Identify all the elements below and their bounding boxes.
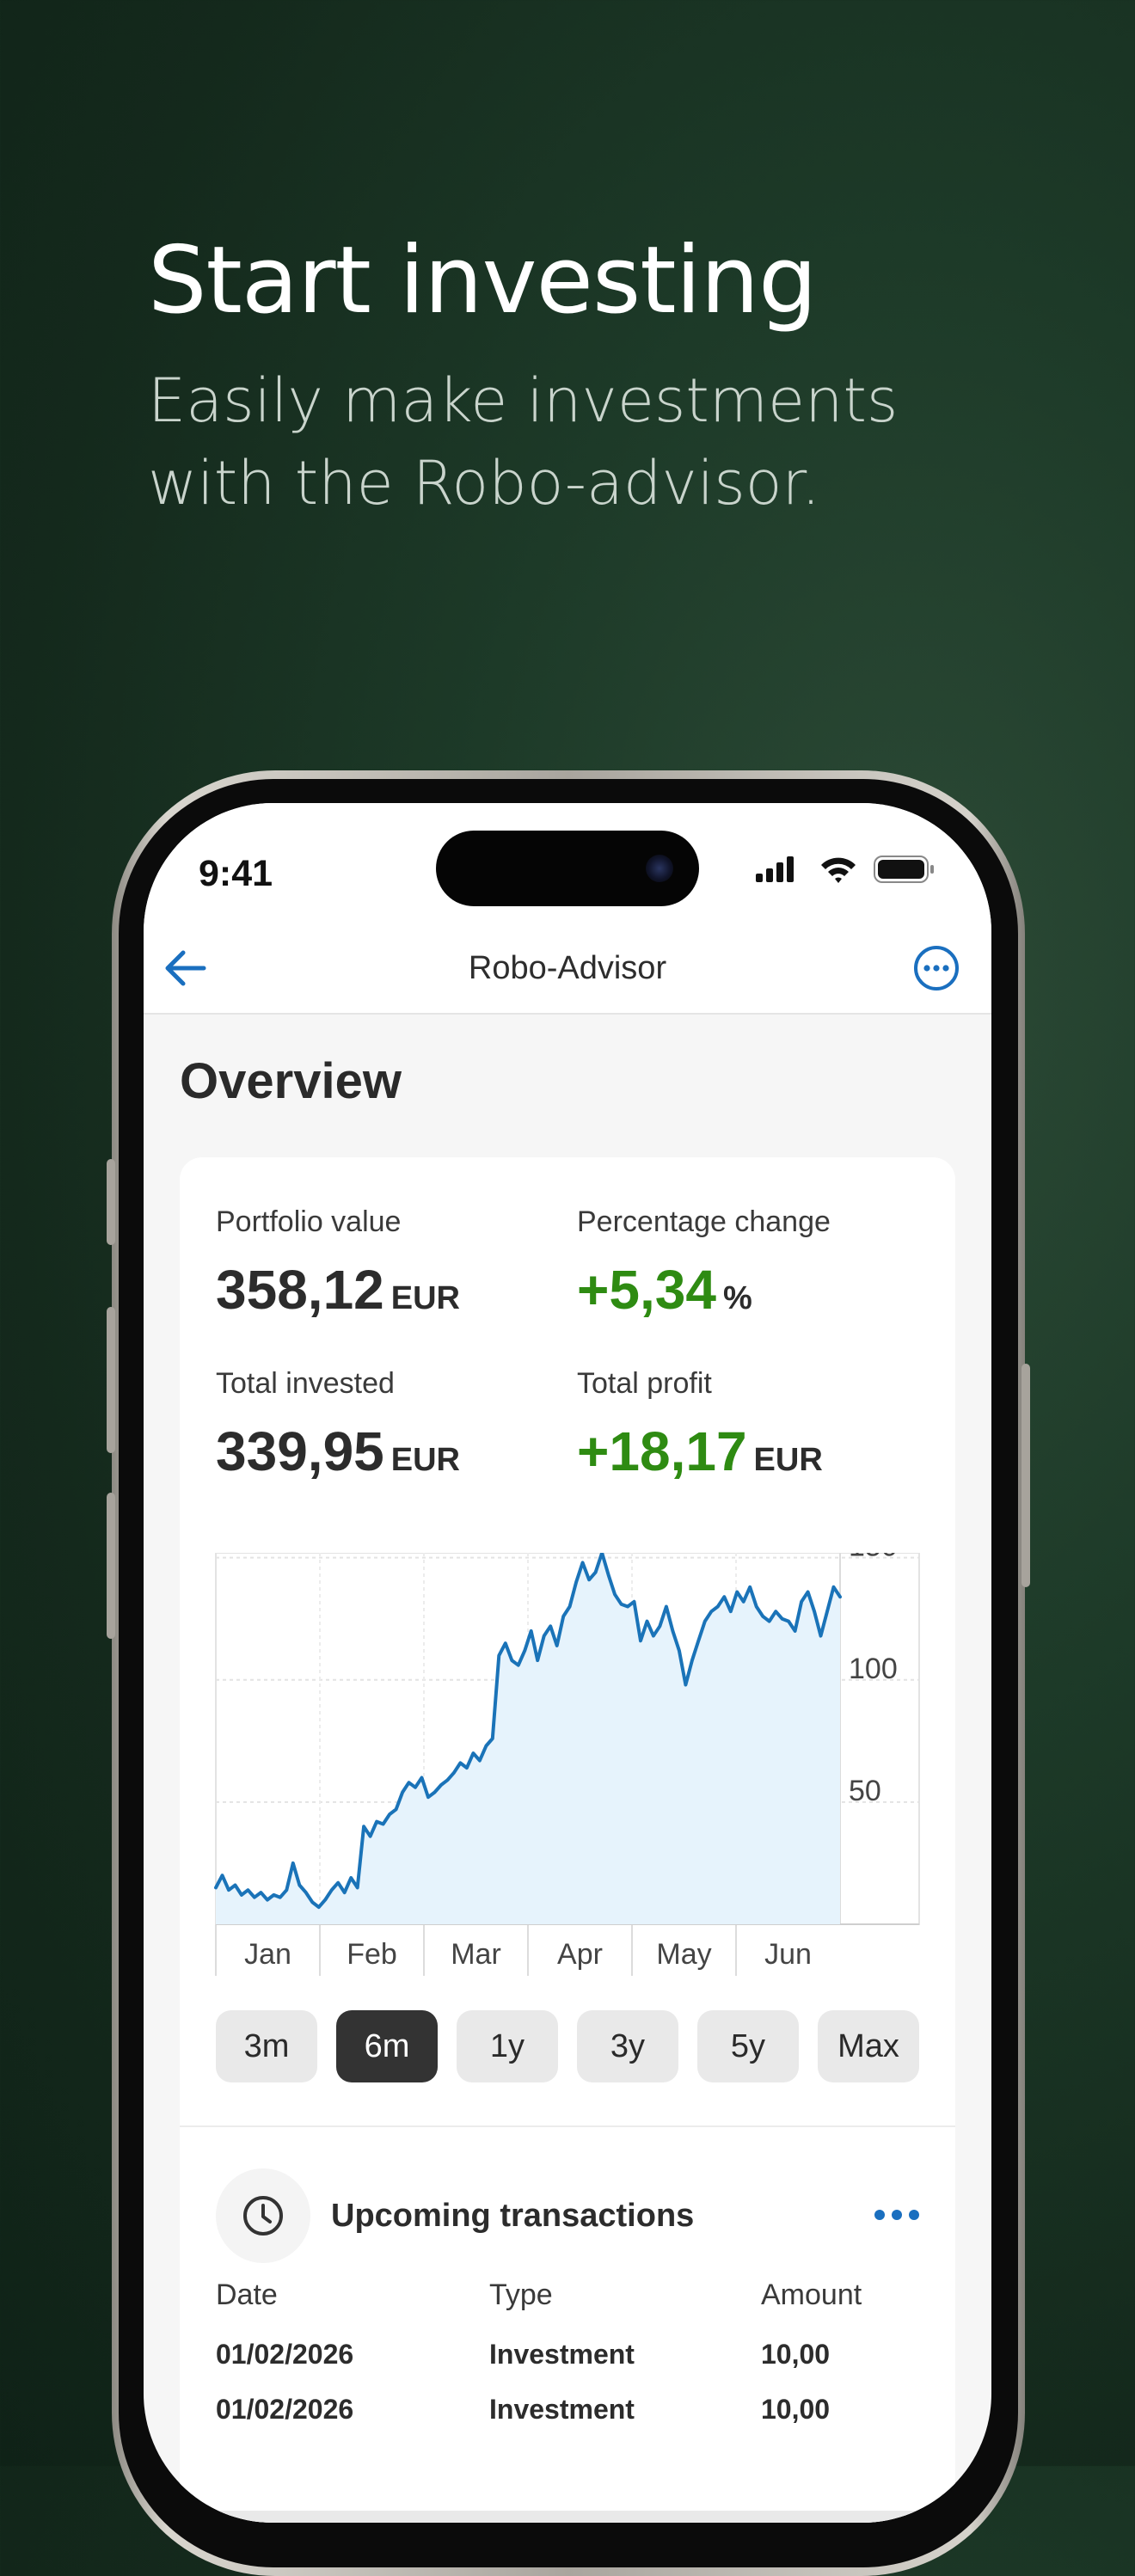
stat-unit: EUR (390, 1280, 460, 1316)
y-tick-label: 150 (849, 1553, 898, 1563)
hero-title: Start investing (148, 227, 818, 334)
overview-card: Portfolio value 358,12 EUR Percentage cha… (180, 1157, 955, 2523)
range-button-6m[interactable]: 6m (336, 2010, 438, 2082)
column-header-amount: Amount (761, 2279, 862, 2311)
x-tick-label: Mar (451, 1938, 501, 1971)
transactions-icon-wrap (216, 2168, 310, 2263)
cell-date: 01/02/2026 (216, 2394, 354, 2425)
x-tick-label: May (656, 1938, 711, 1971)
stat-number: 339,95 (216, 1420, 384, 1482)
x-tick-label: Jun (764, 1938, 812, 1971)
total-invested-stat: Total invested 339,95 EUR (216, 1367, 460, 1483)
x-tick-label: Feb (347, 1938, 397, 1971)
column-header-type: Type (489, 2279, 553, 2311)
stat-unit: % (722, 1280, 752, 1316)
nav-bar: Robo-Advisor (144, 923, 991, 1015)
range-button-3m[interactable]: 3m (216, 2010, 317, 2082)
cell-date: 01/02/2026 (216, 2339, 354, 2370)
cell-amount: 10,00 (761, 2339, 831, 2370)
power-button (1022, 1364, 1030, 1587)
range-button-1y[interactable]: 1y (457, 2010, 558, 2082)
clock-icon (243, 2196, 283, 2236)
y-tick-label: 50 (849, 1775, 881, 1807)
battery-icon (874, 856, 934, 883)
camera-icon (646, 855, 673, 882)
stat-number: +18,17 (577, 1420, 747, 1482)
range-button-5y[interactable]: 5y (697, 2010, 799, 2082)
x-tick-label: Jan (244, 1938, 291, 1971)
stat-label: Percentage change (577, 1205, 831, 1238)
column-header-date: Date (216, 2279, 278, 2311)
range-button-max[interactable]: Max (818, 2010, 919, 2082)
x-tick-label: Apr (557, 1938, 603, 1971)
range-button-3y[interactable]: 3y (577, 2010, 678, 2082)
hero-subtitle: Easily make investments with the Robo-ad… (148, 365, 899, 518)
stat-value: 339,95 EUR (216, 1420, 460, 1483)
status-bar: 9:41 (144, 803, 991, 923)
cell-type: Investment (489, 2394, 635, 2425)
nav-title: Robo-Advisor (468, 950, 667, 986)
status-time: 9:41 (199, 853, 273, 894)
more-circle-icon[interactable] (911, 942, 962, 994)
bottom-edge (144, 2511, 991, 2523)
total-profit-stat: Total profit +18,17 EUR (577, 1367, 823, 1483)
signal-icon (756, 856, 794, 882)
stat-label: Total invested (216, 1367, 395, 1400)
more-horizontal-icon[interactable] (873, 2208, 921, 2222)
volume-down-button (107, 1493, 115, 1639)
cell-amount: 10,00 (761, 2394, 831, 2425)
range-selector: 3m 6m 1y 3y 5y Max (216, 2010, 921, 2082)
stat-value: +18,17 EUR (577, 1420, 823, 1483)
cell-type: Investment (489, 2339, 635, 2370)
stat-label: Portfolio value (216, 1205, 402, 1238)
phone-screen: 9:41 Robo-Advisor Overview Portfolio val… (144, 803, 991, 2523)
wifi-icon (821, 857, 856, 883)
stat-number: 358,12 (216, 1259, 384, 1321)
action-button (107, 1159, 115, 1245)
stat-label: Total profit (577, 1367, 712, 1400)
stat-number: +5,34 (577, 1259, 716, 1321)
stat-unit: EUR (753, 1442, 823, 1478)
status-icons (756, 856, 934, 883)
percentage-change-stat: Percentage change +5,34% (577, 1205, 831, 1322)
portfolio-value-stat: Portfolio value 358,12 EUR (216, 1205, 460, 1322)
overview-heading: Overview (180, 1053, 402, 1109)
stat-unit: EUR (390, 1442, 460, 1478)
volume-up-button (107, 1307, 115, 1453)
stat-value: 358,12 EUR (216, 1258, 460, 1322)
stat-value: +5,34% (577, 1258, 831, 1322)
transactions-title: Upcoming transactions (331, 2198, 695, 2234)
divider (180, 2125, 955, 2127)
portfolio-chart[interactable]: Jan Feb Mar Apr May Jun 150 100 50 (180, 1553, 955, 2000)
y-tick-label: 100 (849, 1653, 898, 1685)
